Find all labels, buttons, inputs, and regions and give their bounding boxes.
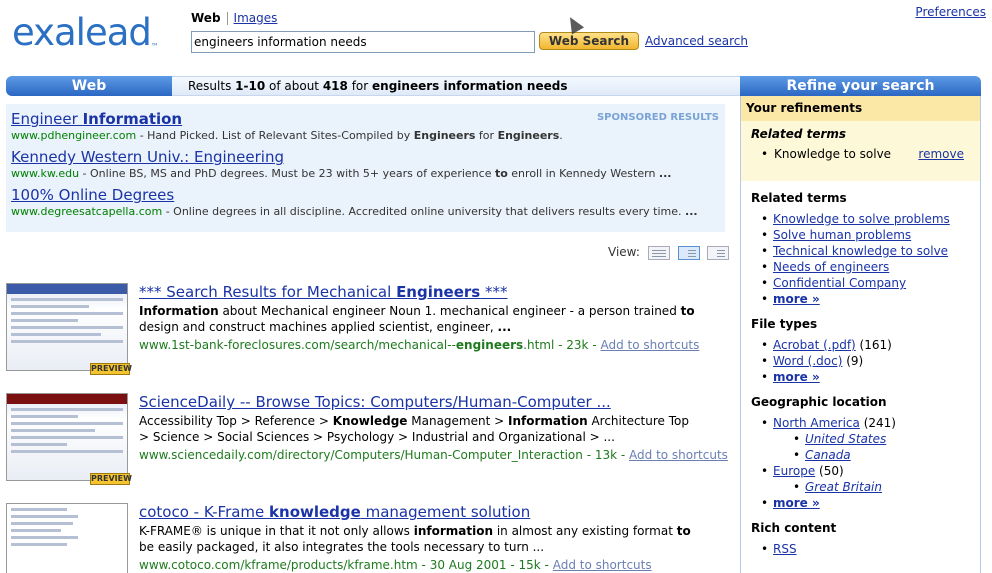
web-search-button[interactable]: Web Search	[539, 32, 639, 50]
search-input[interactable]	[191, 31, 535, 53]
facet-rich-content: Rich content RSS	[741, 521, 980, 557]
related-term-link[interactable]: Technical knowledge to solve	[773, 244, 948, 258]
refine-panel: Your refinements Related terms Knowledge…	[740, 96, 981, 573]
location-link[interactable]: Great Britain	[805, 480, 882, 494]
sponsored-desc: www.kw.edu - Online BS, MS and PhD degre…	[11, 167, 672, 180]
search-tabs: Web Images	[191, 11, 277, 25]
remove-refinement-link[interactable]: remove	[918, 147, 964, 161]
sponsored-title[interactable]: Kennedy Western Univ.: Engineering	[11, 148, 720, 167]
facet-item: Solve human problems	[751, 227, 970, 243]
facet-heading: File types	[751, 317, 818, 331]
location-link[interactable]: North America	[773, 416, 860, 430]
facet-subitem: United States	[751, 431, 970, 447]
facet-item: Needs of engineers	[751, 259, 970, 275]
related-term-link[interactable]: Needs of engineers	[773, 260, 889, 274]
sponsored-title[interactable]: 100% Online Degrees	[11, 186, 720, 205]
result-meta: www.sciencedaily.com/directory/Computers…	[139, 448, 728, 462]
facet-item: RSS	[751, 541, 970, 557]
tab-separator	[226, 12, 228, 25]
facet-item: North America (241)	[751, 415, 970, 431]
result-snippet: Accessibility Top > Reference > Knowledg…	[139, 414, 689, 444]
result-title[interactable]: ScienceDaily -- Browse Topics: Computers…	[139, 393, 611, 412]
result-snippet: K-FRAME® is unique in that it not only a…	[139, 524, 691, 554]
related-term-link[interactable]: Confidential Company	[773, 276, 906, 290]
location-link[interactable]: Canada	[805, 448, 851, 462]
web-section-header: Web	[6, 76, 172, 96]
location-link[interactable]: Europe	[773, 464, 815, 478]
current-refinement-item: Knowledge to solveremove	[751, 147, 970, 161]
facet-subitem: Canada	[751, 447, 970, 463]
facet-heading: Rich content	[751, 521, 837, 535]
current-refinements: Related terms Knowledge to solveremove	[741, 121, 980, 181]
add-to-shortcuts-link[interactable]: Add to shortcuts	[600, 338, 699, 352]
preview-badge[interactable]: PREVIEW	[90, 473, 132, 485]
facet-item: more »	[751, 495, 970, 511]
sponsored-desc: www.degreesatcapella.com - Online degree…	[11, 205, 698, 218]
result-thumbnail[interactable]	[6, 393, 128, 481]
related-term-link[interactable]: Knowledge to solve problems	[773, 212, 950, 226]
result-meta: www.1st-bank-foreclosures.com/search/mec…	[139, 338, 700, 352]
add-to-shortcuts-link[interactable]: Add to shortcuts	[553, 558, 652, 572]
result-meta: www.cotoco.com/kframe/products/kframe.ht…	[139, 558, 652, 572]
related-term-link[interactable]: Solve human problems	[773, 228, 911, 242]
your-refinements-heading: Your refinements	[741, 96, 980, 121]
exalead-logo[interactable]: exalead™	[12, 14, 159, 51]
facet-related-terms: Related terms Knowledge to solve problem…	[741, 191, 980, 307]
result-thumbnail[interactable]	[6, 283, 128, 371]
facet-geographic-location: Geographic location North America (241) …	[741, 395, 980, 511]
add-to-shortcuts-link[interactable]: Add to shortcuts	[629, 448, 728, 462]
facet-item: Technical knowledge to solve	[751, 243, 970, 259]
facet-subitem: Great Britain	[751, 479, 970, 495]
more-link[interactable]: more »	[773, 370, 820, 384]
result-snippet: Information about Mechanical engineer No…	[139, 304, 695, 334]
detailed-view-icon[interactable]	[707, 245, 730, 260]
facet-heading: Geographic location	[751, 395, 887, 409]
advanced-search-link[interactable]: Advanced search	[645, 34, 748, 48]
file-type-link[interactable]: Word (.doc)	[773, 354, 842, 368]
facet-file-types: File types Acrobat (.pdf) (161) Word (.d…	[741, 317, 980, 385]
facet-item: more »	[751, 369, 970, 385]
view-label: View:	[608, 245, 640, 259]
sponsored-item: Kennedy Western Univ.: Engineering www.k…	[11, 148, 720, 181]
thumbnail-view-icon[interactable]	[677, 245, 700, 260]
list-view-icon[interactable]	[647, 245, 670, 260]
results-summary: Results 1-10 of about 418 for engineers …	[172, 76, 740, 96]
location-link[interactable]: United States	[805, 432, 886, 446]
sponsored-label: SPONSORED RESULTS	[596, 112, 719, 123]
tab-images[interactable]: Images	[234, 11, 278, 25]
search-result: PREVIEW *** Search Results for Mechanica…	[6, 283, 726, 383]
facet-item: Acrobat (.pdf) (161)	[751, 337, 970, 353]
more-link[interactable]: more »	[773, 292, 820, 306]
facet-item: Europe (50)	[751, 463, 970, 479]
preview-badge[interactable]: PREVIEW	[90, 363, 132, 375]
view-selector: View:	[608, 245, 730, 260]
current-refinements-title: Related terms	[751, 127, 847, 141]
facet-item: Confidential Company	[751, 275, 970, 291]
search-result: cotoco - K-Frame knowledge management so…	[6, 503, 726, 573]
facet-item: Knowledge to solve problems	[751, 211, 970, 227]
more-link[interactable]: more »	[773, 496, 820, 510]
rss-link[interactable]: RSS	[773, 542, 797, 556]
tab-web[interactable]: Web	[191, 11, 221, 25]
sponsored-desc: www.pdhengineer.com - Hand Picked. List …	[11, 129, 563, 142]
result-thumbnail[interactable]	[6, 503, 128, 573]
refine-header: Refine your search	[740, 76, 981, 96]
sponsored-results: SPONSORED RESULTS Engineer Information w…	[6, 104, 725, 232]
result-title[interactable]: cotoco - K-Frame knowledge management so…	[139, 503, 530, 522]
preferences-link[interactable]: Preferences	[915, 5, 986, 19]
facet-heading: Related terms	[751, 191, 847, 205]
result-title[interactable]: *** Search Results for Mechanical Engine…	[139, 283, 508, 302]
facet-item: more »	[751, 291, 970, 307]
facet-item: Word (.doc) (9)	[751, 353, 970, 369]
search-result: PREVIEW ScienceDaily -- Browse Topics: C…	[6, 393, 728, 493]
file-type-link[interactable]: Acrobat (.pdf)	[773, 338, 856, 352]
sponsored-item: 100% Online Degrees www.degreesatcapella…	[11, 186, 720, 219]
